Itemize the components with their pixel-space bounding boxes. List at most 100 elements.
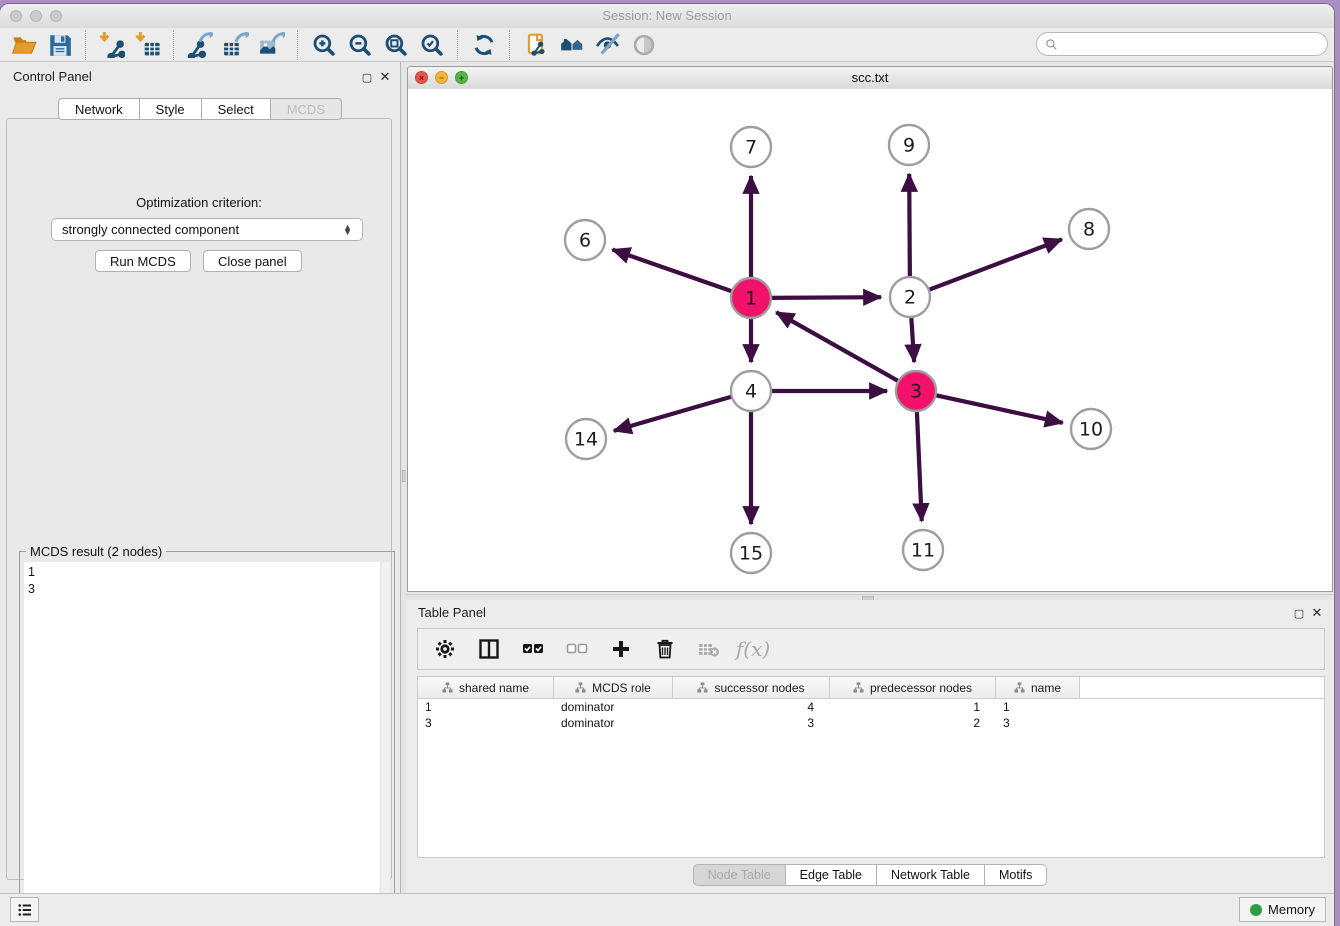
float-panel-icon[interactable]: ▢ [1292,606,1306,620]
open-file-button[interactable] [6,30,42,60]
close-panel-icon[interactable]: ✕ [378,70,392,84]
table-cell[interactable]: 4 [673,700,830,714]
edge-2-3[interactable] [911,314,914,362]
export-table-button[interactable] [218,30,254,60]
edge-2-9[interactable] [909,174,910,280]
edge-1-6[interactable] [612,250,735,293]
tab-motifs[interactable]: Motifs [985,864,1047,886]
node-label: 7 [745,137,757,159]
deselect-all-button[interactable] [560,633,594,665]
export-network-button[interactable] [182,30,218,60]
table-cell[interactable]: 3 [418,716,554,730]
criterion-value: strongly connected component [62,222,239,237]
show-panels-button[interactable] [10,897,39,922]
table-cell[interactable]: 2 [830,716,996,730]
table-row[interactable]: 3dominator323 [418,715,1324,731]
delete-table-button [692,633,726,665]
table-cell[interactable]: 3 [996,716,1080,730]
graph-node-9[interactable]: 9 [889,125,929,165]
tab-network-table[interactable]: Network Table [877,864,985,886]
first-neighbors-button[interactable] [554,30,590,60]
table-cell[interactable]: dominator [554,716,673,730]
result-scrollbar[interactable] [380,562,390,926]
table-cell[interactable]: dominator [554,700,673,714]
column-label: MCDS role [592,681,651,695]
network-frame-titlebar[interactable]: × − + scc.txt [408,67,1332,90]
memory-button[interactable]: Memory [1239,897,1326,922]
graph-node-4[interactable]: 4 [731,371,771,411]
tab-select[interactable]: Select [202,98,271,120]
search-icon [1045,38,1058,51]
graph-node-14[interactable]: 14 [566,419,606,459]
column-header-name[interactable]: name [996,677,1080,698]
split-panel-icon [477,637,501,661]
graph-node-2[interactable]: 2 [890,277,930,317]
apply-style-button[interactable] [590,30,626,60]
mcds-result-text[interactable]: 1 3 [24,562,390,926]
network-canvas[interactable]: 7 9 6 8 1 2 4 3 14 10 15 11 [408,89,1332,591]
delete-column-icon [653,637,677,661]
copy-network-button[interactable] [518,30,554,60]
edge-3-1[interactable] [776,312,901,382]
search-field[interactable] [1036,32,1328,56]
table-panel-header: Table Panel ▢ ✕ [406,602,1334,624]
tab-node-table[interactable]: Node Table [693,864,786,886]
import-network-button[interactable] [94,30,130,60]
select-all-button[interactable] [516,633,550,665]
edge-2-8[interactable] [926,239,1062,291]
graph-node-10[interactable]: 10 [1071,409,1111,449]
graph-node-15[interactable]: 15 [731,533,771,573]
tree-hierarchy-icon [575,682,586,693]
node-table[interactable]: shared name MCDS role successor nodesprede… [417,676,1325,858]
table-settings-button[interactable] [428,633,462,665]
run-mcds-button[interactable]: Run MCDS [95,250,191,272]
graph-node-7[interactable]: 7 [731,127,771,167]
table-cell[interactable]: 1 [418,700,554,714]
float-panel-icon[interactable]: ▢ [360,70,374,84]
add-column-button[interactable] [604,633,638,665]
graph-node-6[interactable]: 6 [565,220,605,260]
graph-node-1[interactable]: 1 [731,278,771,318]
column-header-successor-nodes[interactable]: successor nodes [673,677,830,698]
refresh-button[interactable] [466,30,502,60]
column-header-shared-name[interactable]: shared name [418,677,554,698]
criterion-select[interactable]: strongly connected component ▲▼ [51,218,363,241]
tab-mcds[interactable]: MCDS [271,98,342,120]
export-image-button[interactable] [254,30,290,60]
node-label: 15 [739,543,763,565]
save-session-button[interactable] [42,30,78,60]
zoom-in-button[interactable] [306,30,342,60]
import-table-button[interactable] [130,30,166,60]
table-settings-icon [433,637,457,661]
tab-edge-table[interactable]: Edge Table [786,864,877,886]
table-toolbar: f(x) [417,628,1325,670]
close-panel-icon[interactable]: ✕ [1310,606,1324,620]
zoom-fit-button[interactable] [378,30,414,60]
tab-network[interactable]: Network [58,98,140,120]
table-cell[interactable]: 3 [673,716,830,730]
zoom-selected-button[interactable] [414,30,450,60]
search-input[interactable] [1063,36,1319,52]
apply-style-icon [595,32,621,58]
graph-node-3[interactable]: 3 [896,371,936,411]
tab-style[interactable]: Style [140,98,202,120]
window-titlebar[interactable]: Session: New Session [0,4,1334,29]
edge-3-10[interactable] [933,395,1063,423]
close-panel-button[interactable]: Close panel [203,250,302,272]
table-cell[interactable]: 1 [996,700,1080,714]
graph-node-8[interactable]: 8 [1069,209,1109,249]
zoom-out-button[interactable] [342,30,378,60]
table-panel-title: Table Panel [418,605,486,620]
table-cell[interactable]: 1 [830,700,996,714]
edge-3-11[interactable] [917,408,922,521]
network-graph[interactable]: 7 9 6 8 1 2 4 3 14 10 15 11 [408,89,1333,592]
split-panel-button[interactable] [472,633,506,665]
delete-column-button[interactable] [648,633,682,665]
column-header-predecessor-nodes[interactable]: predecessor nodes [830,677,996,698]
graph-node-11[interactable]: 11 [903,530,943,570]
control-panel-tabs: NetworkStyleSelectMCDS [0,98,400,120]
column-header-MCDS-role[interactable]: MCDS role [554,677,673,698]
edge-4-14[interactable] [614,396,735,431]
edge-1-2[interactable] [768,297,881,298]
table-row[interactable]: 1dominator411 [418,699,1324,715]
